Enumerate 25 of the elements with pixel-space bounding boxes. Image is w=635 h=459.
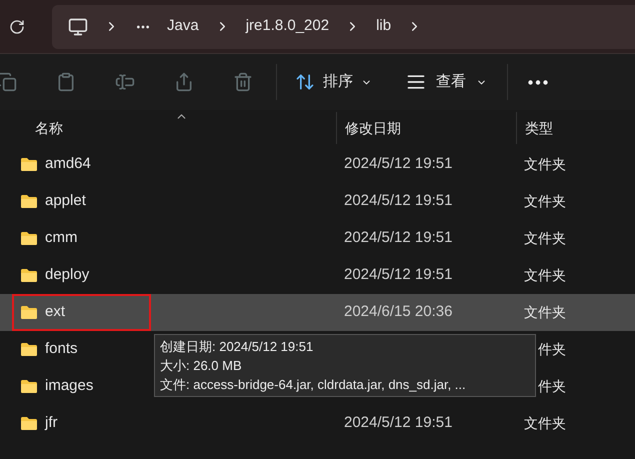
- modified-date: 2024/5/12 19:51: [344, 229, 452, 246]
- file-name: fonts: [45, 339, 78, 360]
- modified-date: 2024/5/12 19:51: [344, 192, 452, 210]
- file-name: deploy: [45, 265, 90, 286]
- tooltip-line: 文件: access-bridge-64.jar, cldrdata.jar, dns_sd.jar, ...: [160, 376, 467, 394]
- tooltip-line: 大小: 26.0 MB: [160, 357, 243, 375]
- file-type: 件夹: [537, 377, 566, 396]
- modified-date: 2024/6/15 20:36: [344, 303, 452, 320]
- file-type: 件夹: [537, 340, 566, 359]
- file-name: ext: [45, 302, 66, 322]
- modified-date: 2024/5/12 19:51: [344, 266, 452, 284]
- file-name: amd64: [45, 154, 91, 174]
- tooltip-line: 创建日期: 2024/5/12 19:51: [160, 338, 314, 356]
- file-type: 文件夹: [524, 414, 566, 433]
- modified-date: 2024/5/12 19:51: [344, 414, 452, 432]
- file-name: applet: [45, 191, 86, 212]
- file-name: cmm: [45, 228, 78, 248]
- file-name: jfr: [45, 413, 58, 434]
- file-type: 文件夹: [524, 303, 566, 322]
- modified-date: 2024/5/12 19:51: [344, 155, 452, 172]
- file-type: 文件夹: [524, 155, 566, 174]
- file-type: 文件夹: [524, 266, 566, 285]
- file-type: 文件夹: [524, 229, 566, 248]
- file-name: images: [45, 376, 94, 396]
- file-type: 文件夹: [524, 192, 566, 211]
